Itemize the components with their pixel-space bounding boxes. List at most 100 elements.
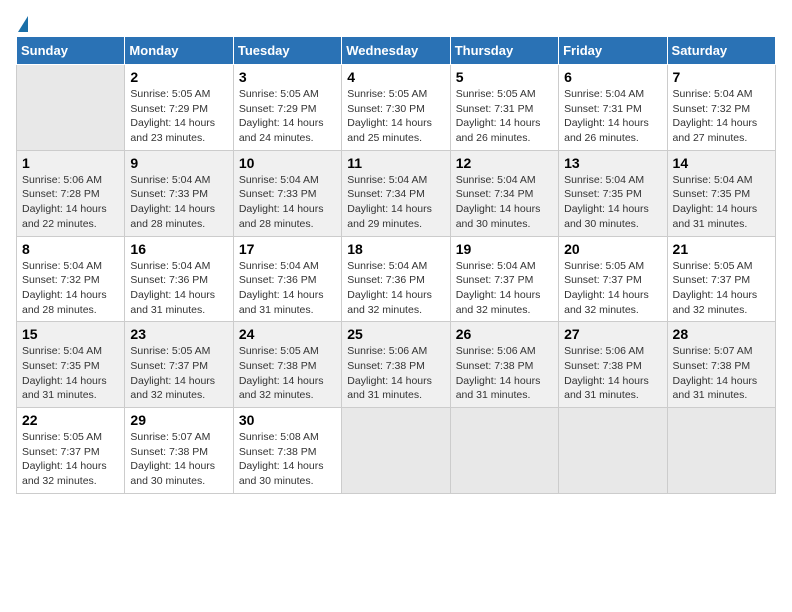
day-number: 4: [347, 69, 444, 85]
day-number: 17: [239, 241, 336, 257]
day-number: 18: [347, 241, 444, 257]
day-number: 19: [456, 241, 553, 257]
header: [16, 16, 776, 32]
day-number: 23: [130, 326, 227, 342]
day-info: Sunrise: 5:04 AM Sunset: 7:33 PM Dayligh…: [130, 173, 227, 232]
calendar-cell: 23 Sunrise: 5:05 AM Sunset: 7:37 PM Dayl…: [125, 322, 233, 408]
day-number: 29: [130, 412, 227, 428]
day-number: 21: [673, 241, 770, 257]
day-info: Sunrise: 5:06 AM Sunset: 7:28 PM Dayligh…: [22, 173, 119, 232]
day-info: Sunrise: 5:04 AM Sunset: 7:36 PM Dayligh…: [130, 259, 227, 318]
calendar-cell: 20 Sunrise: 5:05 AM Sunset: 7:37 PM Dayl…: [559, 236, 667, 322]
day-number: 7: [673, 69, 770, 85]
day-info: Sunrise: 5:05 AM Sunset: 7:37 PM Dayligh…: [564, 259, 661, 318]
day-info: Sunrise: 5:04 AM Sunset: 7:35 PM Dayligh…: [673, 173, 770, 232]
day-number: 27: [564, 326, 661, 342]
calendar-cell: 25 Sunrise: 5:06 AM Sunset: 7:38 PM Dayl…: [342, 322, 450, 408]
day-info: Sunrise: 5:08 AM Sunset: 7:38 PM Dayligh…: [239, 430, 336, 489]
day-number: 24: [239, 326, 336, 342]
day-number: 3: [239, 69, 336, 85]
calendar-cell: [667, 408, 775, 494]
calendar-cell: 17 Sunrise: 5:04 AM Sunset: 7:36 PM Dayl…: [233, 236, 341, 322]
day-info: Sunrise: 5:06 AM Sunset: 7:38 PM Dayligh…: [347, 344, 444, 403]
day-number: 26: [456, 326, 553, 342]
calendar-cell: 26 Sunrise: 5:06 AM Sunset: 7:38 PM Dayl…: [450, 322, 558, 408]
header-cell-monday: Monday: [125, 37, 233, 65]
calendar-cell: [559, 408, 667, 494]
day-info: Sunrise: 5:04 AM Sunset: 7:36 PM Dayligh…: [347, 259, 444, 318]
header-cell-thursday: Thursday: [450, 37, 558, 65]
day-info: Sunrise: 5:07 AM Sunset: 7:38 PM Dayligh…: [673, 344, 770, 403]
calendar-cell: 19 Sunrise: 5:04 AM Sunset: 7:37 PM Dayl…: [450, 236, 558, 322]
day-number: 25: [347, 326, 444, 342]
day-info: Sunrise: 5:05 AM Sunset: 7:30 PM Dayligh…: [347, 87, 444, 146]
calendar-cell: 13 Sunrise: 5:04 AM Sunset: 7:35 PM Dayl…: [559, 150, 667, 236]
calendar-cell: 16 Sunrise: 5:04 AM Sunset: 7:36 PM Dayl…: [125, 236, 233, 322]
header-row: SundayMondayTuesdayWednesdayThursdayFrid…: [17, 37, 776, 65]
day-number: 20: [564, 241, 661, 257]
calendar-cell: 11 Sunrise: 5:04 AM Sunset: 7:34 PM Dayl…: [342, 150, 450, 236]
calendar-cell: 8 Sunrise: 5:04 AM Sunset: 7:32 PM Dayli…: [17, 236, 125, 322]
calendar-cell: 1 Sunrise: 5:06 AM Sunset: 7:28 PM Dayli…: [17, 150, 125, 236]
calendar-cell: 27 Sunrise: 5:06 AM Sunset: 7:38 PM Dayl…: [559, 322, 667, 408]
calendar-cell: 3 Sunrise: 5:05 AM Sunset: 7:29 PM Dayli…: [233, 65, 341, 151]
calendar-cell: 28 Sunrise: 5:07 AM Sunset: 7:38 PM Dayl…: [667, 322, 775, 408]
calendar-cell: 30 Sunrise: 5:08 AM Sunset: 7:38 PM Dayl…: [233, 408, 341, 494]
day-info: Sunrise: 5:04 AM Sunset: 7:32 PM Dayligh…: [22, 259, 119, 318]
day-info: Sunrise: 5:05 AM Sunset: 7:37 PM Dayligh…: [130, 344, 227, 403]
week-row-2: 8 Sunrise: 5:04 AM Sunset: 7:32 PM Dayli…: [17, 236, 776, 322]
calendar-table: SundayMondayTuesdayWednesdayThursdayFrid…: [16, 36, 776, 494]
day-number: 1: [22, 155, 119, 171]
header-cell-saturday: Saturday: [667, 37, 775, 65]
day-info: Sunrise: 5:05 AM Sunset: 7:38 PM Dayligh…: [239, 344, 336, 403]
day-number: 13: [564, 155, 661, 171]
week-row-1: 1 Sunrise: 5:06 AM Sunset: 7:28 PM Dayli…: [17, 150, 776, 236]
day-number: 8: [22, 241, 119, 257]
calendar-cell: [17, 65, 125, 151]
logo-triangle-icon: [18, 16, 28, 32]
day-number: 6: [564, 69, 661, 85]
day-info: Sunrise: 5:04 AM Sunset: 7:32 PM Dayligh…: [673, 87, 770, 146]
calendar-cell: 15 Sunrise: 5:04 AM Sunset: 7:35 PM Dayl…: [17, 322, 125, 408]
day-info: Sunrise: 5:04 AM Sunset: 7:34 PM Dayligh…: [456, 173, 553, 232]
day-info: Sunrise: 5:04 AM Sunset: 7:33 PM Dayligh…: [239, 173, 336, 232]
day-number: 14: [673, 155, 770, 171]
calendar-cell: 2 Sunrise: 5:05 AM Sunset: 7:29 PM Dayli…: [125, 65, 233, 151]
calendar-cell: 6 Sunrise: 5:04 AM Sunset: 7:31 PM Dayli…: [559, 65, 667, 151]
day-info: Sunrise: 5:06 AM Sunset: 7:38 PM Dayligh…: [564, 344, 661, 403]
day-info: Sunrise: 5:05 AM Sunset: 7:29 PM Dayligh…: [239, 87, 336, 146]
header-cell-wednesday: Wednesday: [342, 37, 450, 65]
day-info: Sunrise: 5:04 AM Sunset: 7:34 PM Dayligh…: [347, 173, 444, 232]
day-info: Sunrise: 5:06 AM Sunset: 7:38 PM Dayligh…: [456, 344, 553, 403]
logo: [16, 16, 28, 32]
day-number: 28: [673, 326, 770, 342]
day-info: Sunrise: 5:04 AM Sunset: 7:35 PM Dayligh…: [564, 173, 661, 232]
day-info: Sunrise: 5:04 AM Sunset: 7:36 PM Dayligh…: [239, 259, 336, 318]
day-number: 15: [22, 326, 119, 342]
calendar-cell: 14 Sunrise: 5:04 AM Sunset: 7:35 PM Dayl…: [667, 150, 775, 236]
day-number: 16: [130, 241, 227, 257]
calendar-cell: 7 Sunrise: 5:04 AM Sunset: 7:32 PM Dayli…: [667, 65, 775, 151]
day-info: Sunrise: 5:04 AM Sunset: 7:37 PM Dayligh…: [456, 259, 553, 318]
calendar-cell: 22 Sunrise: 5:05 AM Sunset: 7:37 PM Dayl…: [17, 408, 125, 494]
calendar-cell: 5 Sunrise: 5:05 AM Sunset: 7:31 PM Dayli…: [450, 65, 558, 151]
day-number: 11: [347, 155, 444, 171]
header-cell-sunday: Sunday: [17, 37, 125, 65]
calendar-cell: [450, 408, 558, 494]
day-number: 12: [456, 155, 553, 171]
week-row-3: 15 Sunrise: 5:04 AM Sunset: 7:35 PM Dayl…: [17, 322, 776, 408]
day-number: 2: [130, 69, 227, 85]
day-info: Sunrise: 5:05 AM Sunset: 7:29 PM Dayligh…: [130, 87, 227, 146]
calendar-cell: 29 Sunrise: 5:07 AM Sunset: 7:38 PM Dayl…: [125, 408, 233, 494]
day-info: Sunrise: 5:04 AM Sunset: 7:31 PM Dayligh…: [564, 87, 661, 146]
day-number: 5: [456, 69, 553, 85]
week-row-0: 2 Sunrise: 5:05 AM Sunset: 7:29 PM Dayli…: [17, 65, 776, 151]
day-info: Sunrise: 5:07 AM Sunset: 7:38 PM Dayligh…: [130, 430, 227, 489]
calendar-cell: 18 Sunrise: 5:04 AM Sunset: 7:36 PM Dayl…: [342, 236, 450, 322]
day-info: Sunrise: 5:05 AM Sunset: 7:37 PM Dayligh…: [22, 430, 119, 489]
calendar-cell: 4 Sunrise: 5:05 AM Sunset: 7:30 PM Dayli…: [342, 65, 450, 151]
day-info: Sunrise: 5:05 AM Sunset: 7:37 PM Dayligh…: [673, 259, 770, 318]
header-cell-tuesday: Tuesday: [233, 37, 341, 65]
day-number: 9: [130, 155, 227, 171]
calendar-cell: [342, 408, 450, 494]
